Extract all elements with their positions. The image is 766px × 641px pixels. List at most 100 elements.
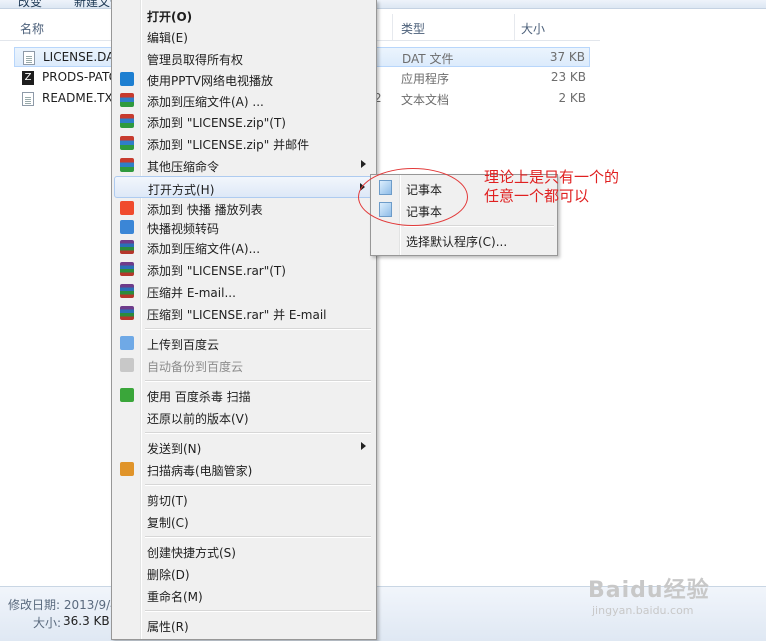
column-name[interactable]: 名称 bbox=[20, 20, 44, 37]
menu-item-properties[interactable]: 属性(R) bbox=[114, 614, 374, 636]
pptv-icon bbox=[120, 72, 134, 86]
menu-separator bbox=[145, 536, 371, 538]
watermark-logo: Baidu经验 bbox=[588, 578, 710, 603]
menu-separator bbox=[145, 380, 371, 382]
annotation-line-2: 任意一个都可以 bbox=[484, 187, 590, 205]
file-size: 2 KB bbox=[558, 91, 586, 105]
menu-item-label: 编辑(E) bbox=[147, 31, 188, 45]
file-size: 37 KB bbox=[549, 50, 585, 64]
menu-item-rar-add[interactable]: 添加到压缩文件(A)... bbox=[114, 236, 374, 258]
menu-item-label: 添加到压缩文件(A)... bbox=[147, 242, 261, 256]
menu-separator bbox=[404, 225, 554, 227]
menu-item-baidu-antivirus[interactable]: 使用 百度杀毒 扫描 bbox=[114, 384, 374, 406]
menu-item-add-zip-mail[interactable]: 添加到 "LICENSE.zip" 并邮件 bbox=[114, 132, 374, 154]
menu-item-label: 扫描病毒(电脑管家) bbox=[147, 464, 253, 478]
column-type[interactable]: 类型 bbox=[401, 20, 425, 37]
menu-item-label: 复制(C) bbox=[147, 516, 189, 530]
submenu-item-choose-default[interactable]: 选择默认程序(C)... bbox=[373, 229, 555, 251]
context-menu: 打开(O) 编辑(E) 管理员取得所有权 使用PPTV网络电视播放 添加到压缩文… bbox=[111, 0, 377, 640]
menu-item-label: 发送到(N) bbox=[147, 442, 202, 456]
menu-item-label: 打开方式(H) bbox=[148, 183, 215, 197]
menu-item-label: 打开(O) bbox=[147, 10, 193, 24]
guard-icon bbox=[120, 462, 134, 476]
menu-separator bbox=[145, 432, 371, 434]
menu-item-label: 管理员取得所有权 bbox=[147, 53, 244, 67]
menu-item-label: 重命名(M) bbox=[147, 590, 203, 604]
menu-item-scan-virus[interactable]: 扫描病毒(电脑管家) bbox=[114, 458, 374, 480]
document-icon bbox=[22, 92, 34, 106]
file-name: README.TXT bbox=[42, 91, 120, 105]
menu-item-add-archive[interactable]: 添加到压缩文件(A) ... bbox=[114, 89, 374, 111]
menu-item-take-ownership[interactable]: 管理员取得所有权 bbox=[114, 47, 374, 69]
file-type: 文本文档 bbox=[401, 93, 450, 107]
submenu-arrow-icon bbox=[361, 442, 366, 450]
archive-icon bbox=[120, 158, 134, 172]
size-label: 大小: bbox=[33, 616, 62, 630]
menu-item-open[interactable]: 打开(O) bbox=[114, 4, 374, 26]
annotation-line-1: 理论上是只有一个的 bbox=[484, 168, 620, 186]
watermark-url: jingyan.baidu.com bbox=[592, 604, 694, 617]
menu-item-create-shortcut[interactable]: 创建快捷方式(S) bbox=[114, 540, 374, 562]
menu-item-pptv[interactable]: 使用PPTV网络电视播放 bbox=[114, 68, 374, 90]
menu-item-label: 添加到 "LICENSE.zip" 并邮件 bbox=[147, 138, 310, 152]
menu-item-label: 使用PPTV网络电视播放 bbox=[147, 74, 274, 88]
kuaibo-icon bbox=[120, 201, 134, 215]
menu-item-delete[interactable]: 删除(D) bbox=[114, 562, 374, 584]
archive-icon bbox=[120, 114, 134, 128]
shield-icon bbox=[120, 388, 134, 402]
submenu-arrow-icon bbox=[361, 160, 366, 168]
menu-item-cut[interactable]: 剪切(T) bbox=[114, 488, 374, 510]
menu-item-label: 自动备份到百度云 bbox=[147, 360, 244, 374]
column-divider[interactable] bbox=[514, 14, 515, 40]
archive-icon bbox=[120, 93, 134, 107]
menu-item-label: 剪切(T) bbox=[147, 494, 188, 508]
menu-item-label: 属性(R) bbox=[147, 620, 189, 634]
menu-item-label: 还原以前的版本(V) bbox=[147, 412, 249, 426]
menu-item-copy[interactable]: 复制(C) bbox=[114, 510, 374, 532]
rar-icon bbox=[120, 284, 134, 298]
menu-item-other-compress[interactable]: 其他压缩命令 bbox=[114, 154, 374, 176]
menu-item-open-with[interactable]: 打开方式(H) bbox=[114, 176, 374, 198]
menu-item-rar-email[interactable]: 压缩并 E-mail... bbox=[114, 280, 374, 302]
menu-item-label: 删除(D) bbox=[147, 568, 190, 582]
size-value: 36.3 KB bbox=[63, 614, 110, 628]
submenu-item-label: 选择默认程序(C)... bbox=[406, 235, 508, 249]
rar-icon bbox=[120, 240, 134, 254]
menu-item-kuaibo-convert[interactable]: 快播视频转码 bbox=[114, 216, 374, 238]
file-name: LICENSE.DAT bbox=[43, 50, 121, 64]
cloud-icon bbox=[120, 336, 134, 350]
column-divider[interactable] bbox=[392, 14, 393, 40]
document-icon bbox=[23, 51, 35, 65]
column-size[interactable]: 大小 bbox=[521, 20, 545, 37]
menu-item-label: 快播视频转码 bbox=[147, 222, 220, 236]
file-name: PRODS-PATC bbox=[42, 70, 117, 84]
menu-item-rar-add-named[interactable]: 添加到 "LICENSE.rar"(T) bbox=[114, 258, 374, 280]
menu-item-add-zip[interactable]: 添加到 "LICENSE.zip"(T) bbox=[114, 110, 374, 132]
menu-item-label: 其他压缩命令 bbox=[147, 160, 220, 174]
menu-item-edit[interactable]: 编辑(E) bbox=[114, 25, 374, 47]
file-type: 应用程序 bbox=[401, 72, 450, 86]
file-type: DAT 文件 bbox=[402, 52, 454, 66]
menu-item-label: 压缩到 "LICENSE.rar" 并 E-mail bbox=[147, 308, 327, 322]
menu-item-rename[interactable]: 重命名(M) bbox=[114, 584, 374, 606]
rar-icon bbox=[120, 262, 134, 276]
menu-item-label: 添加到 "LICENSE.zip"(T) bbox=[147, 116, 286, 130]
convert-icon bbox=[120, 220, 134, 234]
menu-item-label: 添加到压缩文件(A) ... bbox=[147, 95, 264, 109]
menu-item-label: 压缩并 E-mail... bbox=[147, 286, 236, 300]
menu-item-label: 使用 百度杀毒 扫描 bbox=[147, 390, 251, 404]
cloud-icon bbox=[120, 358, 134, 372]
annotation-circle bbox=[358, 168, 468, 226]
toolbar-item[interactable]: 改变 bbox=[18, 0, 42, 8]
menu-separator bbox=[145, 610, 371, 612]
menu-item-restore-versions[interactable]: 还原以前的版本(V) bbox=[114, 406, 374, 428]
menu-separator bbox=[145, 484, 371, 486]
menu-item-send-to[interactable]: 发送到(N) bbox=[114, 436, 374, 458]
menu-item-label: 上传到百度云 bbox=[147, 338, 220, 352]
menu-item-label: 创建快捷方式(S) bbox=[147, 546, 236, 560]
menu-item-upload-baidu[interactable]: 上传到百度云 bbox=[114, 332, 374, 354]
menu-separator bbox=[145, 328, 371, 330]
menu-item-rar-named-email[interactable]: 压缩到 "LICENSE.rar" 并 E-mail bbox=[114, 302, 374, 324]
menu-item-label: 添加到 "LICENSE.rar"(T) bbox=[147, 264, 286, 278]
menu-item-backup-baidu: 自动备份到百度云 bbox=[114, 354, 374, 376]
